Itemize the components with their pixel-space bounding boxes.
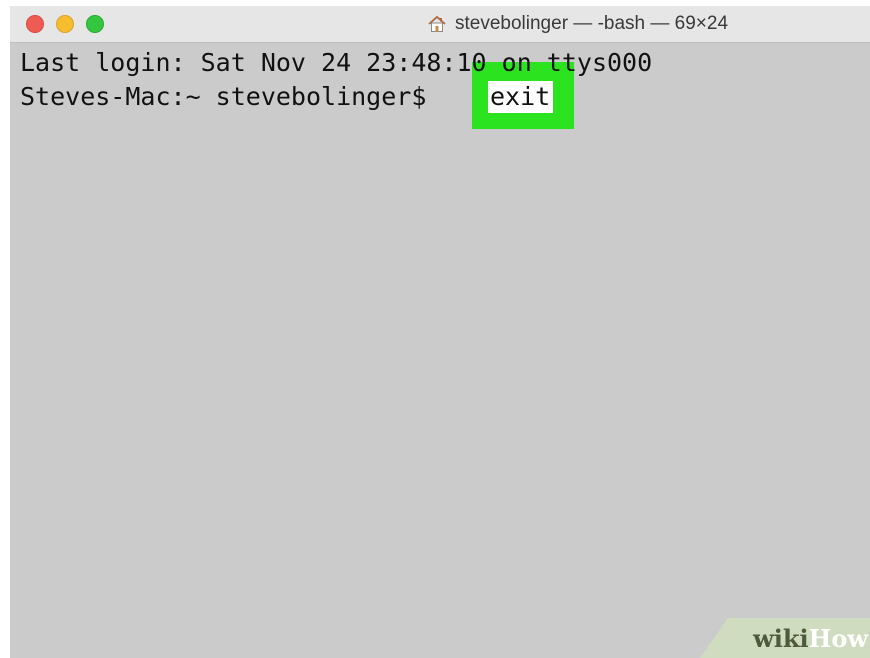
last-login-line: Last login: Sat Nov 24 23:48:10 on ttys0… (20, 48, 653, 77)
wikihow-watermark: wikiHow (700, 618, 870, 658)
minimize-button[interactable] (56, 15, 74, 33)
close-button[interactable] (26, 15, 44, 33)
prompt-line: Steves-Mac:~ stevebolinger$ (20, 82, 442, 111)
home-icon (427, 14, 447, 34)
typed-command: exit (488, 81, 554, 113)
window-title: stevebolinger — -bash — 69×24 (427, 13, 729, 34)
watermark-how: How (808, 624, 868, 653)
title-bar[interactable]: stevebolinger — -bash — 69×24 (10, 6, 870, 43)
window-title-text: stevebolinger — -bash — 69×24 (455, 13, 729, 34)
watermark-wiki: wiki (753, 624, 809, 653)
maximize-button[interactable] (86, 15, 104, 33)
terminal-window: stevebolinger — -bash — 69×24 Last login… (10, 6, 870, 658)
terminal-content[interactable]: Last login: Sat Nov 24 23:48:10 on ttys0… (10, 43, 870, 658)
